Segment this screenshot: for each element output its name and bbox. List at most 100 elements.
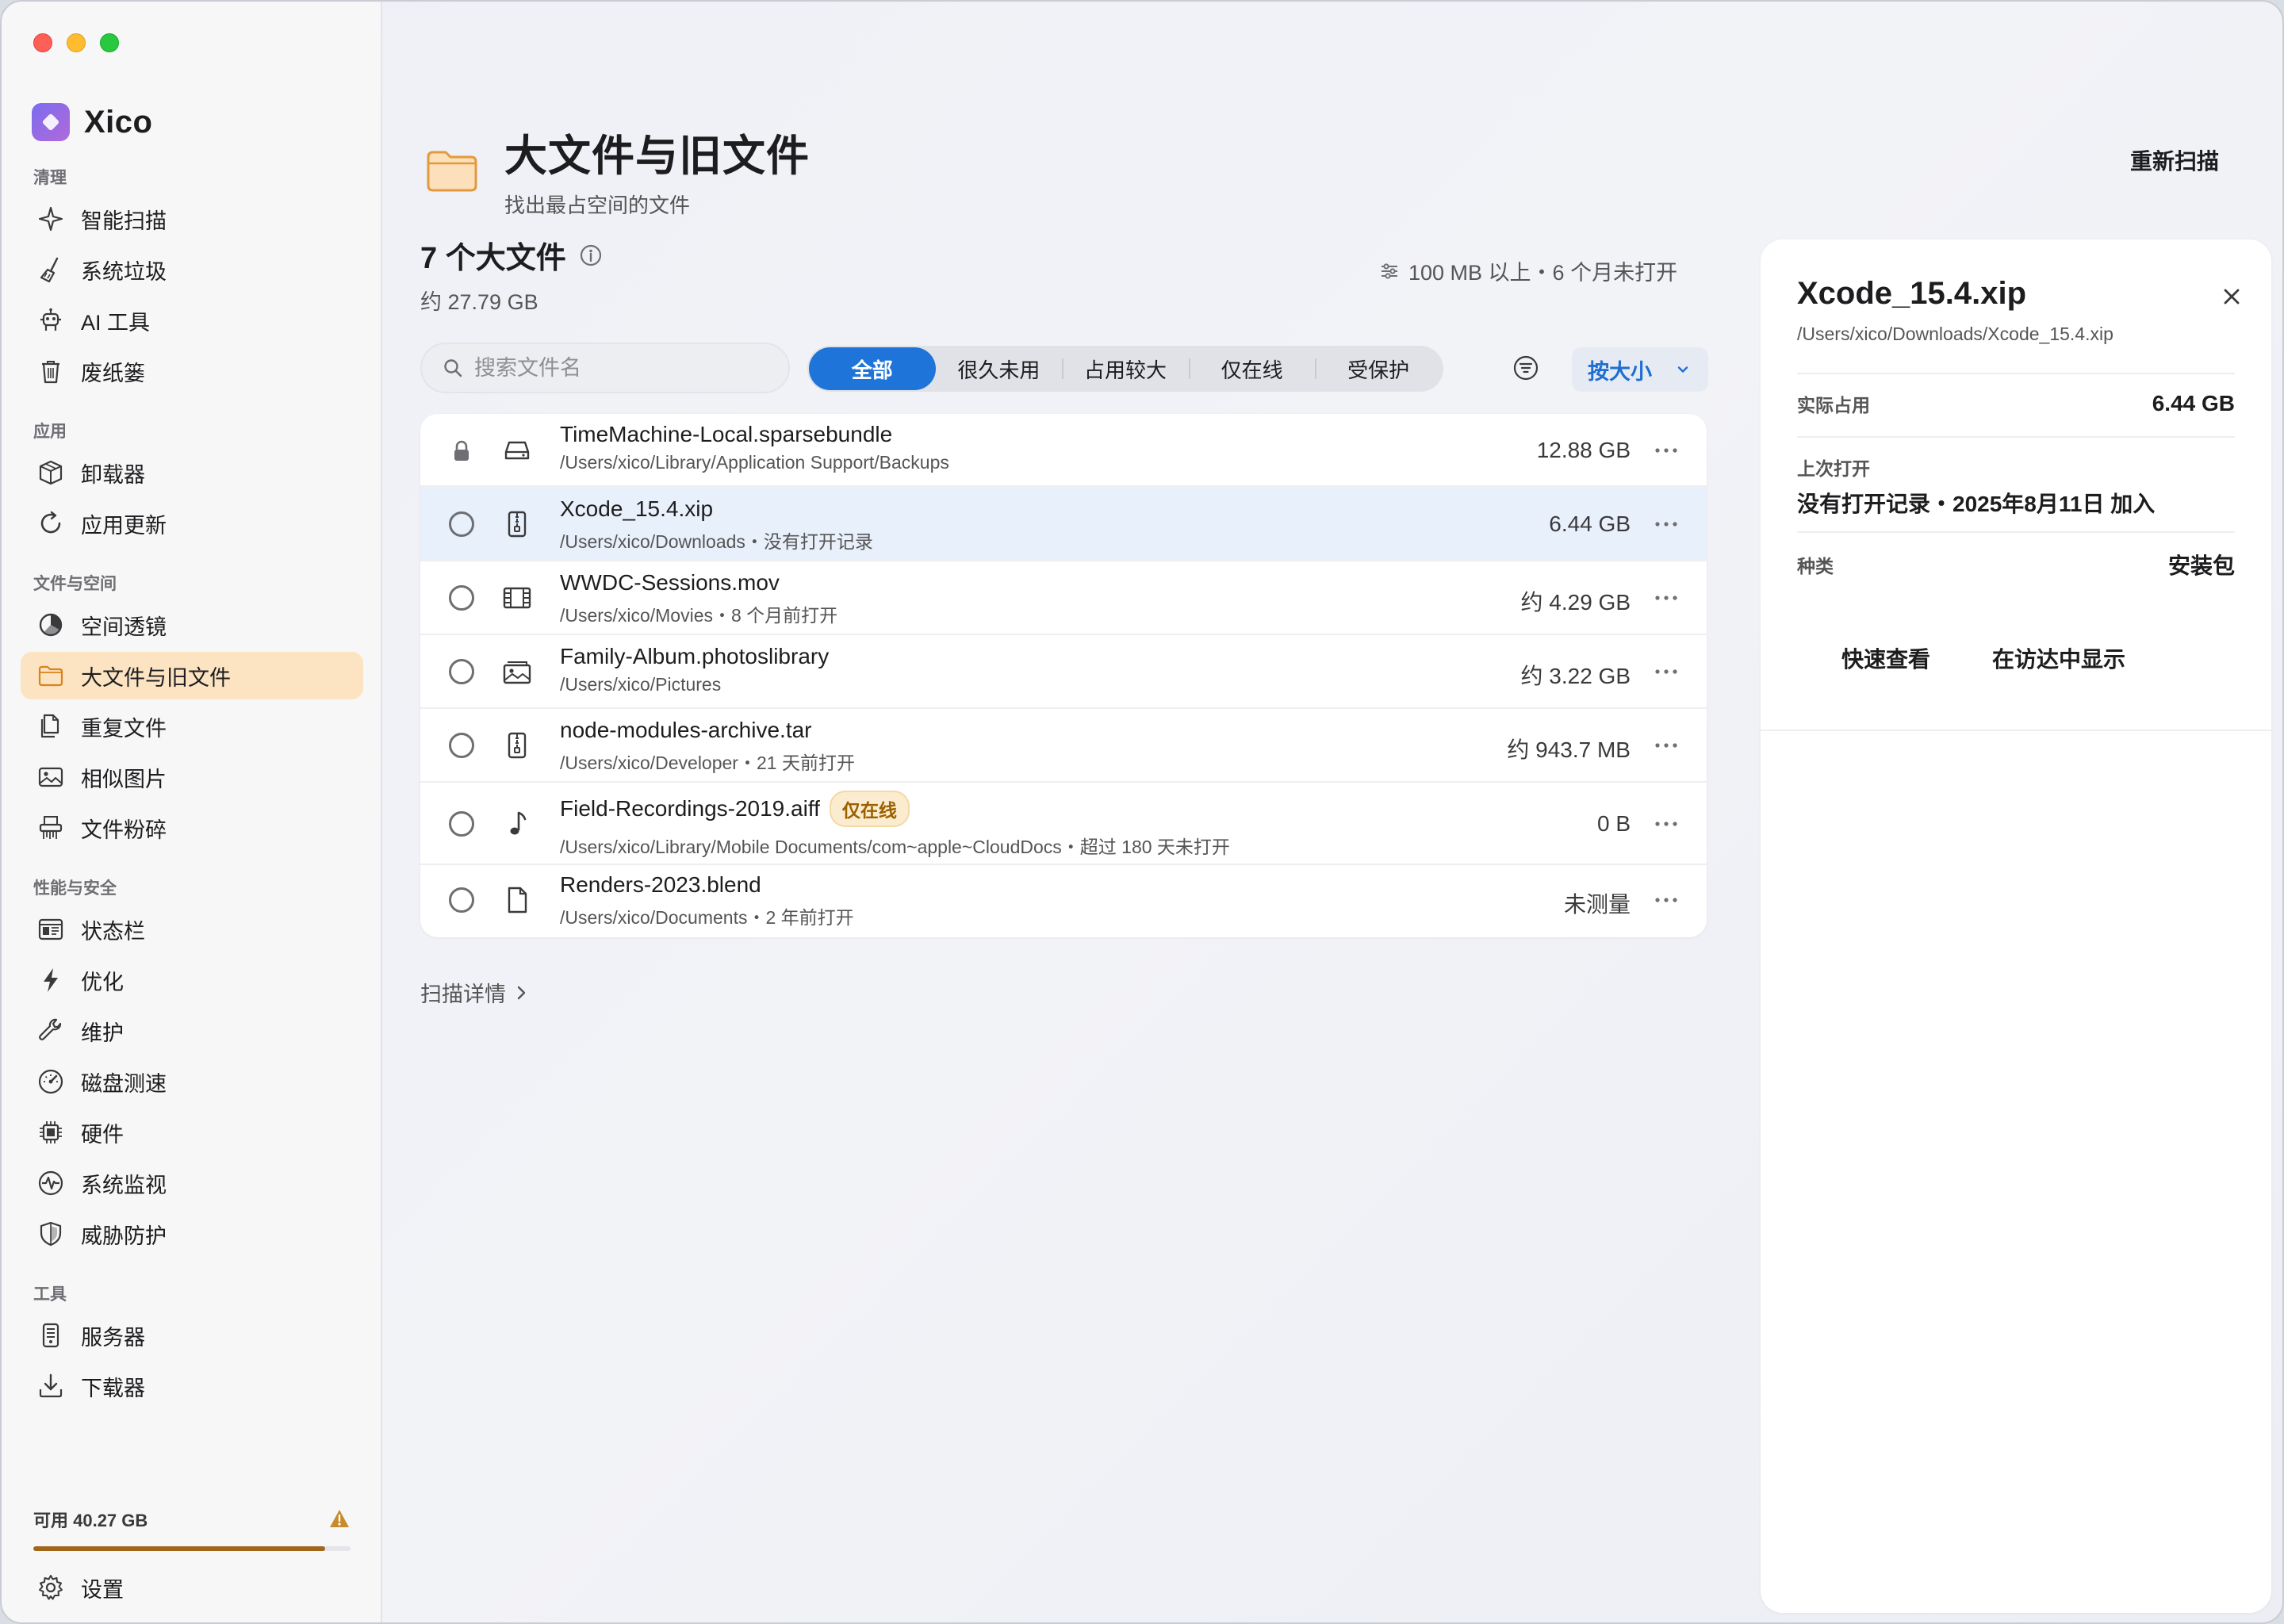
- table-row[interactable]: Renders-2023.blend /Users/xico/Documents…: [420, 865, 1707, 937]
- download-icon: [21, 1372, 81, 1400]
- table-row[interactable]: Family-Album.photoslibrary /Users/xico/P…: [420, 635, 1707, 709]
- search-input[interactable]: [474, 355, 760, 381]
- sidebar-item-hardware[interactable]: 硬件: [21, 1109, 363, 1156]
- sidebar-item-optimize[interactable]: 优化: [21, 956, 363, 1004]
- summary-title: 7 个大文件: [420, 233, 603, 277]
- file-size: 6.44 GB: [1549, 511, 1631, 536]
- sidebar-item-settings[interactable]: 设置: [21, 1564, 363, 1611]
- sidebar-item-shredder[interactable]: 文件粉碎: [21, 804, 363, 852]
- sidebar-item-similar-photos[interactable]: 相似图片: [21, 753, 363, 801]
- more-icon[interactable]: [1654, 742, 1678, 749]
- sidebar-item-threat-protection[interactable]: 威胁防护: [21, 1210, 363, 1258]
- segment-large[interactable]: 占用较大: [1062, 347, 1189, 390]
- storage-indicator: 可用 40.27 GB: [33, 1507, 351, 1551]
- segment-long-unused[interactable]: 很久未用: [936, 347, 1063, 390]
- file-list: TimeMachine-Local.sparsebundle /Users/xi…: [420, 414, 1707, 937]
- close-window-button[interactable]: [33, 33, 52, 52]
- file-name: Family-Album.photoslibrary: [560, 644, 830, 668]
- warning-icon: [330, 1510, 349, 1527]
- segment-all[interactable]: 全部: [809, 347, 936, 390]
- photos-icon: [500, 654, 535, 689]
- more-icon[interactable]: [1654, 821, 1678, 827]
- nav-section-title: 文件与空间: [33, 575, 117, 593]
- sidebar-item-maintenance[interactable]: 维护: [21, 1007, 363, 1055]
- sidebar-item-trash[interactable]: 废纸篓: [21, 347, 363, 395]
- sidebar-item-space-lens[interactable]: 空间透镜: [21, 601, 363, 649]
- zoom-window-button[interactable]: [100, 33, 119, 52]
- row-checkbox[interactable]: [449, 887, 474, 913]
- nav-section-title: 应用: [33, 423, 67, 441]
- show-in-finder-button[interactable]: 在访达中显示: [1992, 642, 2125, 674]
- file-name: TimeMachine-Local.sparsebundle: [560, 422, 893, 446]
- app-window: Xico 清理 智能扫描 系统垃圾 AI 工具 废纸篓 应用 卸载器 应用更新 …: [0, 0, 2284, 1624]
- sidebar-item-label: 优化: [81, 970, 124, 994]
- scan-details-link[interactable]: 扫描详情: [420, 977, 528, 1008]
- sidebar-item-label: 大文件与旧文件: [81, 665, 231, 690]
- row-checkbox[interactable]: [449, 511, 474, 537]
- divider: [1797, 531, 2235, 533]
- sidebar-item-large-old-files[interactable]: 大文件与旧文件: [21, 652, 363, 699]
- row-checkbox[interactable]: [449, 811, 474, 837]
- search-field[interactable]: [420, 343, 790, 393]
- more-icon[interactable]: [1654, 447, 1678, 454]
- table-row[interactable]: Xcode_15.4.xip /Users/xico/Downloads・没有打…: [420, 487, 1707, 561]
- table-row[interactable]: node-modules-archive.tar /Users/xico/Dev…: [420, 709, 1707, 783]
- online-only-badge: 仅在线: [829, 791, 910, 827]
- sparkle-icon: [21, 205, 81, 233]
- sort-dropdown[interactable]: 按大小: [1572, 347, 1708, 392]
- more-icon[interactable]: [1654, 521, 1678, 527]
- table-row[interactable]: WWDC-Sessions.mov /Users/xico/Movies・8 个…: [420, 561, 1707, 635]
- total-size-label: 约 27.79 GB: [420, 290, 538, 314]
- detail-key: 种类: [1797, 556, 1834, 576]
- sidebar-item-downloader[interactable]: 下载器: [21, 1362, 363, 1410]
- sidebar-item-label: 系统监视: [81, 1173, 167, 1197]
- sidebar-item-label: 设置: [81, 1577, 124, 1602]
- scan-criteria[interactable]: 100 MB 以上・6 个月未打开: [1378, 255, 1677, 286]
- more-icon[interactable]: [1654, 595, 1678, 601]
- filter-segmented-control: 全部 很久未用 占用较大 仅在线 受保护: [807, 346, 1443, 392]
- sidebar: Xico 清理 智能扫描 系统垃圾 AI 工具 废纸篓 应用 卸载器 应用更新 …: [2, 2, 382, 1622]
- sidebar-item-smart-scan[interactable]: 智能扫描: [21, 195, 363, 243]
- broom-icon: [21, 255, 81, 284]
- chip-icon: [21, 1118, 81, 1147]
- quick-look-button[interactable]: 快速查看: [1841, 642, 1930, 674]
- sidebar-item-duplicates[interactable]: 重复文件: [21, 703, 363, 750]
- server-icon: [21, 1321, 81, 1350]
- music-note-icon: [500, 806, 535, 841]
- file-name-row: Field-Recordings-2019.aiff 仅在线: [560, 791, 1230, 827]
- sidebar-item-label: 服务器: [81, 1325, 145, 1350]
- row-checkbox[interactable]: [449, 659, 474, 684]
- minimize-window-button[interactable]: [67, 33, 86, 52]
- sidebar-item-app-updates[interactable]: 应用更新: [21, 500, 363, 547]
- segment-online-only[interactable]: 仅在线: [1188, 347, 1316, 390]
- table-row[interactable]: TimeMachine-Local.sparsebundle /Users/xi…: [420, 414, 1707, 487]
- sidebar-item-disk-speed[interactable]: 磁盘测速: [21, 1058, 363, 1105]
- pulse-icon: [21, 1169, 81, 1197]
- nav-section-title: 性能与安全: [33, 879, 117, 898]
- brand: Xico: [32, 103, 152, 141]
- segment-protected[interactable]: 受保护: [1315, 347, 1442, 390]
- filter-icon[interactable]: [1512, 354, 1540, 382]
- row-checkbox[interactable]: [449, 733, 474, 758]
- rescan-button[interactable]: 重新扫描: [2130, 144, 2219, 176]
- row-checkbox[interactable]: [449, 585, 474, 611]
- sidebar-item-system-junk[interactable]: 系统垃圾: [21, 246, 363, 293]
- sidebar-item-label: 状态栏: [81, 919, 145, 944]
- detail-key: 实际占用: [1797, 395, 1870, 416]
- file-size: 约 3.22 GB: [1520, 664, 1631, 688]
- duplicate-icon: [21, 712, 81, 741]
- table-row[interactable]: Field-Recordings-2019.aiff 仅在线 /Users/xi…: [420, 783, 1707, 865]
- sidebar-item-menubar[interactable]: 状态栏: [21, 906, 363, 953]
- file-size: 12.88 GB: [1536, 438, 1631, 462]
- sidebar-item-system-monitor[interactable]: 系统监视: [21, 1159, 363, 1207]
- sidebar-item-server[interactable]: 服务器: [21, 1312, 363, 1359]
- sidebar-item-uninstaller[interactable]: 卸载器: [21, 449, 363, 496]
- sidebar-item-ai-tools[interactable]: AI 工具: [21, 297, 363, 344]
- info-icon[interactable]: [579, 243, 603, 267]
- close-icon[interactable]: [2221, 285, 2243, 308]
- sidebar-item-label: 系统垃圾: [81, 259, 167, 284]
- more-icon[interactable]: [1654, 897, 1678, 903]
- more-icon[interactable]: [1654, 668, 1678, 675]
- detail-last-opened: 上次打开 没有打开记录・2025年8月11日 加入: [1797, 454, 2235, 519]
- archive-icon: [500, 507, 535, 542]
